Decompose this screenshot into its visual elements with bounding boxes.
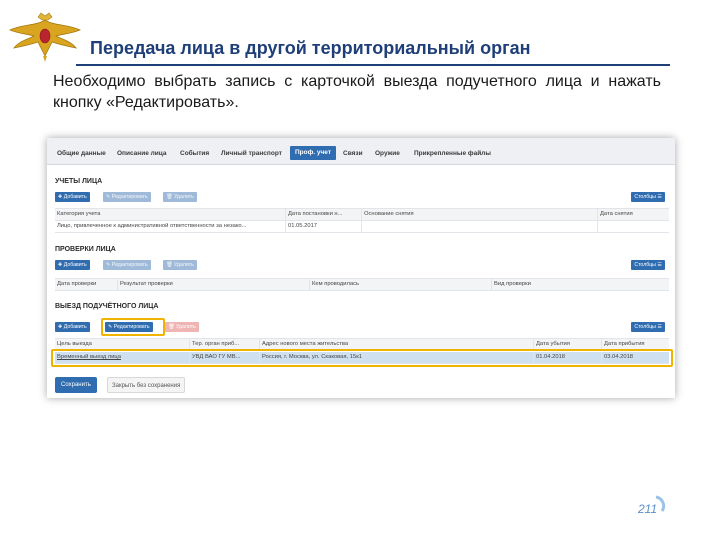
tab-bar: Общие данные Описание лица События Личны… bbox=[47, 138, 675, 165]
departure-delete-button[interactable]: 🗑 Удалить bbox=[165, 322, 199, 332]
slide-instruction-text: Необходимо выбрать запись с карточкой вы… bbox=[53, 73, 661, 111]
records-delete-button[interactable]: 🗑 Удалить bbox=[163, 192, 197, 202]
column-header[interactable]: Результат проверки bbox=[117, 279, 310, 290]
checks-columns-button[interactable]: Столбцы ☰ bbox=[631, 260, 665, 270]
slide-title: Передача лица в другой территориальный о… bbox=[90, 38, 531, 58]
eagle-emblem-icon bbox=[9, 12, 81, 62]
section-records-title: УЧЕТЫ ЛИЦА bbox=[55, 178, 103, 185]
checks-edit-button[interactable]: ✎ Редактировать bbox=[103, 260, 151, 270]
section-departure-title: ВЫЕЗД ПОДУЧЁТНОГО ЛИЦА bbox=[55, 303, 159, 310]
column-header[interactable]: Дата постановки н... bbox=[285, 209, 362, 220]
section-checks-title: ПРОВЕРКИ ЛИЦА bbox=[55, 246, 116, 253]
embedded-screenshot: Общие данные Описание лица События Личны… bbox=[47, 138, 675, 398]
tab-prof-record[interactable]: Проф. учет bbox=[290, 146, 337, 160]
edit-button-highlight bbox=[101, 318, 165, 336]
title-underline bbox=[76, 64, 670, 66]
table-cell bbox=[361, 221, 598, 232]
departure-add-button[interactable]: ✚ Добавить bbox=[55, 322, 90, 332]
row-highlight bbox=[51, 349, 673, 367]
column-header[interactable]: Основание снятия bbox=[361, 209, 598, 220]
checks-add-button[interactable]: ✚ Добавить bbox=[55, 260, 90, 270]
column-header[interactable]: Дата снятия bbox=[597, 209, 670, 220]
table-row[interactable]: Лицо, привлеченное к административной от… bbox=[55, 221, 669, 233]
column-header[interactable]: Дата проверки bbox=[55, 279, 117, 290]
page-arc-icon bbox=[655, 495, 666, 512]
checks-header-row: Дата проверки Результат проверки Кем про… bbox=[55, 278, 669, 291]
records-edit-button[interactable]: ✎ Редактировать bbox=[103, 192, 151, 202]
table-cell: 01.05.2017 bbox=[285, 221, 362, 232]
tab-general[interactable]: Общие данные bbox=[57, 147, 106, 161]
close-without-saving-button[interactable]: Закрыть без сохранения bbox=[107, 377, 186, 393]
table-cell bbox=[597, 221, 670, 232]
column-header[interactable]: Кем проводилась bbox=[309, 279, 492, 290]
tab-description[interactable]: Описание лица bbox=[117, 147, 166, 161]
checks-toolbar: ✚ Добавить ✎ Редактировать 🗑 Удалить bbox=[55, 260, 669, 270]
records-header-row: Категория учета Дата постановки н... Осн… bbox=[55, 208, 669, 221]
records-add-button[interactable]: ✚ Добавить bbox=[55, 192, 90, 202]
tab-weapons[interactable]: Оружие bbox=[375, 147, 400, 161]
column-header[interactable]: Вид проверки bbox=[491, 279, 670, 290]
tab-events[interactable]: События bbox=[180, 147, 209, 161]
column-header[interactable]: Категория учета bbox=[55, 209, 285, 220]
checks-delete-button[interactable]: 🗑 Удалить bbox=[163, 260, 197, 270]
records-toolbar: ✚ Добавить ✎ Редактировать 🗑 Удалить bbox=[55, 192, 669, 202]
records-columns-button[interactable]: Столбцы ☰ bbox=[631, 192, 665, 202]
departure-columns-button[interactable]: Столбцы ☰ bbox=[631, 322, 665, 332]
table-cell: Лицо, привлеченное к административной от… bbox=[57, 223, 247, 229]
tab-links[interactable]: Связи bbox=[343, 147, 363, 161]
tab-vehicles[interactable]: Личный транспорт bbox=[221, 147, 282, 161]
tab-attachments[interactable]: Прикрепленные файлы bbox=[414, 147, 491, 161]
save-button[interactable]: Сохранить bbox=[55, 377, 97, 393]
